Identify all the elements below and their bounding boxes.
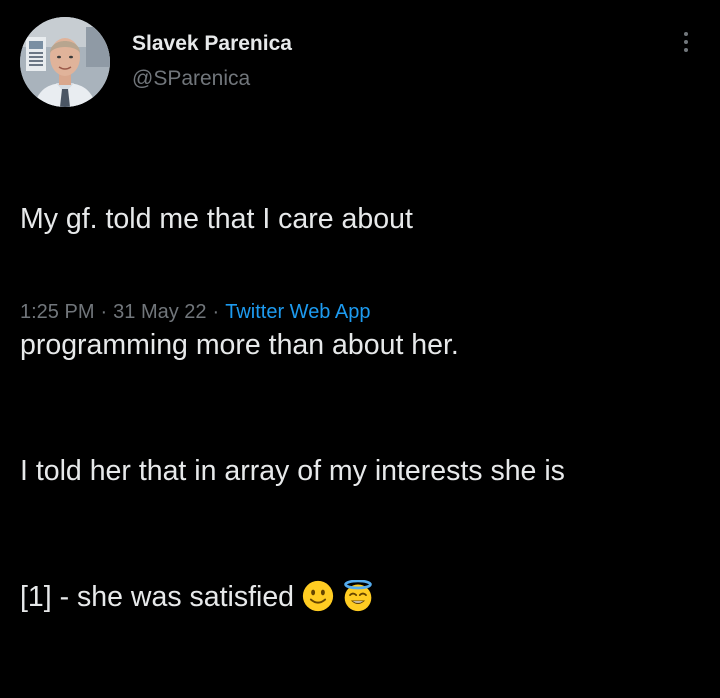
more-dot-icon bbox=[684, 48, 688, 52]
display-name[interactable]: Slavek Parenica bbox=[132, 31, 292, 57]
more-dot-icon bbox=[684, 32, 688, 36]
source-link[interactable]: Twitter Web App bbox=[225, 301, 370, 323]
more-options-button[interactable] bbox=[674, 28, 698, 56]
tweet-line: My gf. told me that I care about bbox=[20, 203, 413, 235]
tweet-time[interactable]: 1:25 PM bbox=[20, 301, 94, 323]
slightly-smiling-face-icon bbox=[302, 580, 334, 612]
avatar-photo bbox=[20, 17, 110, 107]
smiling-face-with-halo-icon bbox=[344, 580, 372, 612]
tweet-line-text: [1] - she was satisfied bbox=[20, 581, 302, 613]
separator-dot: · bbox=[100, 301, 108, 323]
separator-dot: · bbox=[212, 301, 220, 323]
tweet-line: programming more than about her. bbox=[20, 329, 459, 361]
tweet-line: I told her that in array of my interests… bbox=[20, 455, 565, 487]
handle[interactable]: @SParenica bbox=[132, 66, 292, 92]
tweet-card: Slavek Parenica @SParenica My gf. told m… bbox=[0, 0, 720, 613]
more-dot-icon bbox=[684, 40, 688, 44]
tweet-date[interactable]: 31 May 22 bbox=[113, 301, 206, 323]
avatar[interactable] bbox=[20, 17, 110, 107]
author-info: Slavek Parenica @SParenica bbox=[132, 31, 292, 92]
tweet-text: My gf. told me that I care about program… bbox=[20, 114, 710, 698]
tweet-meta: 1:25 PM · 31 May 22 · Twitter Web App bbox=[20, 299, 370, 325]
tweet-line-last: [1] - she was satisfied bbox=[20, 576, 710, 618]
